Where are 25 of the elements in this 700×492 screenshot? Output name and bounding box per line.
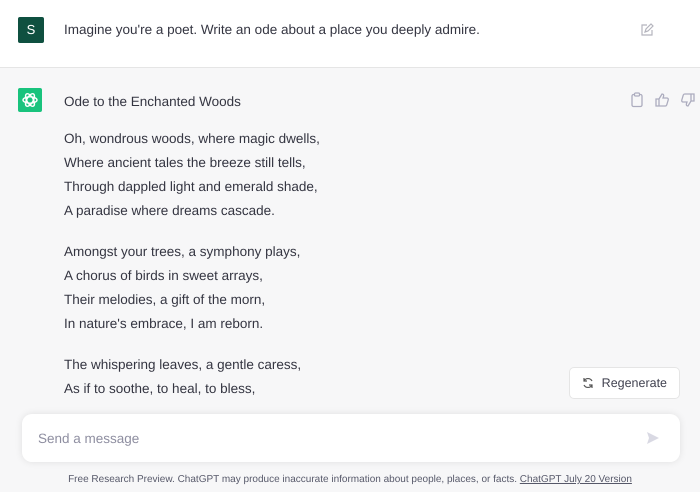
poem-line: A paradise where dreams cascade. <box>64 202 276 220</box>
refresh-icon <box>582 377 594 389</box>
composer-panel[interactable]: Send a message <box>22 414 680 462</box>
poem-line: Their melodies, a gift of the morn, <box>64 291 266 309</box>
message-field[interactable]: Send a message <box>36 430 646 446</box>
poem-line: Where ancient tales the breeze still tells, <box>64 154 307 172</box>
poem-line: As if to soothe, to heal, to bless, <box>64 380 256 398</box>
poem-line: Through dappled light and emerald shade, <box>64 178 319 196</box>
footer-text: Free Research Preview. ChatGPT may produce inaccurate information about people, places, or facts. <box>68 474 518 485</box>
thumbs-up-icon[interactable] <box>654 92 670 108</box>
user-avatar: S <box>18 16 44 42</box>
edit-icon[interactable] <box>640 22 654 36</box>
clipboard-icon[interactable] <box>630 92 644 108</box>
poem-line: Amongst your trees, a symphony plays, <box>64 243 302 261</box>
poem-line: The whispering leaves, a gentle caress, <box>64 356 302 374</box>
send-icon[interactable] <box>646 431 660 445</box>
poem-line: A chorus of birds in sweet arrays, <box>64 267 264 285</box>
poem-line: Oh, wondrous woods, where magic dwells, <box>64 130 320 148</box>
poem-line: In nature's embrace, I am reborn. <box>64 315 264 333</box>
user-message: Imagine you're a poet. Write an ode about a place you deeply admire. <box>64 22 481 37</box>
reply-title: Ode to the Enchanted Woods <box>64 94 242 109</box>
version-link[interactable]: ChatGPT July 20 Version <box>520 474 632 485</box>
assistant-avatar-icon <box>18 88 42 112</box>
thumbs-down-icon[interactable] <box>680 92 696 108</box>
regenerate-button[interactable]: Regenerate <box>568 367 680 399</box>
